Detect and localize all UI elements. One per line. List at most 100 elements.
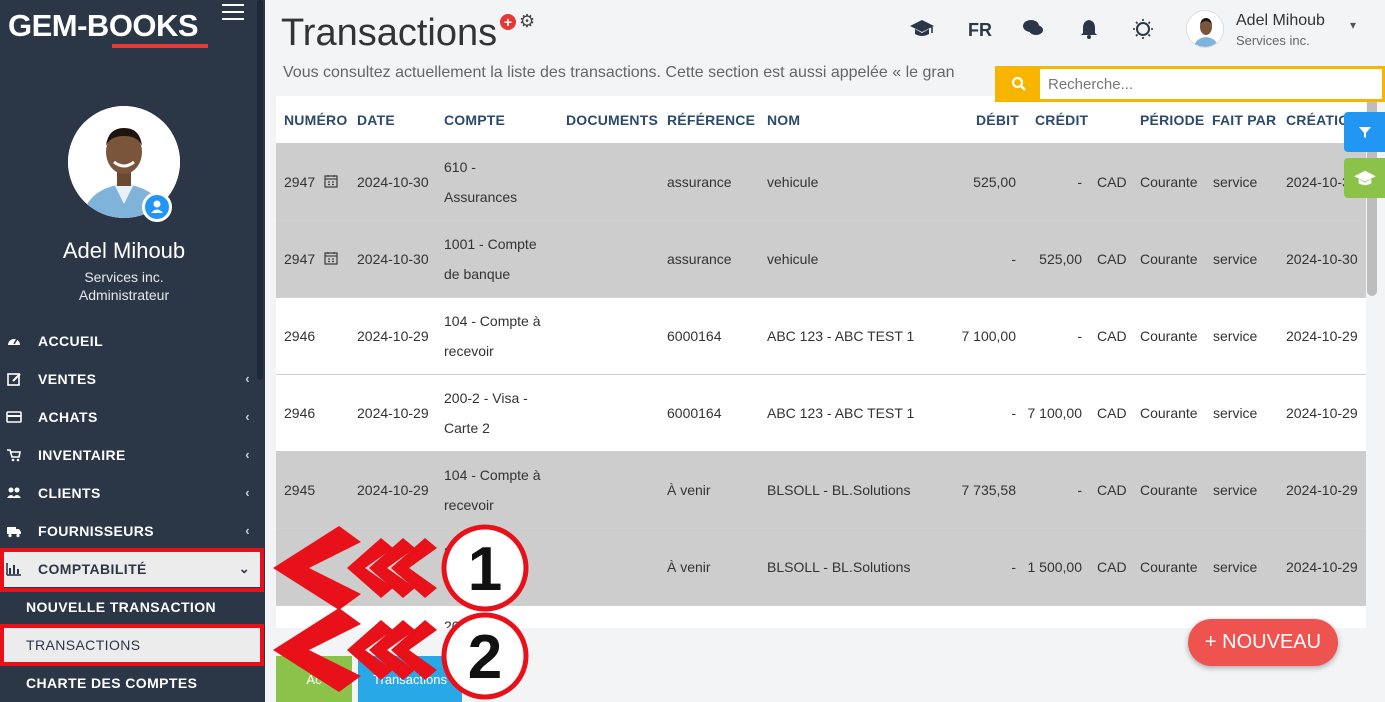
col-header-creation[interactable]: CRÉATIO (1286, 112, 1349, 128)
chevron-left-icon: ‹ (245, 371, 250, 386)
col-header-fait-par[interactable]: FAIT PAR (1212, 112, 1276, 128)
table-row[interactable]: 2947 2024-10-30 610 - Assurances assuran… (276, 143, 1366, 220)
cell-fait-par: service (1213, 328, 1258, 344)
cell-fait-par: service (1213, 251, 1258, 267)
sidebar-item-ventes[interactable]: VENTES ‹ (0, 361, 262, 397)
chevron-down-icon[interactable]: ▾ (1350, 18, 1356, 32)
sidebar-user-name: Adel Mihoub (62, 238, 186, 263)
cell-periode: Courante (1140, 251, 1198, 267)
sidebar-item-fournisseurs[interactable]: FOURNISSEURS ‹ (0, 513, 262, 549)
cell-credit: 525,00 (1039, 251, 1082, 267)
cell-compte: 104 - Compte à (444, 313, 541, 329)
table-header: NUMÉRO DATE COMPTE DOCUMENTS RÉFÉRENCE N… (276, 96, 1366, 143)
chevron-left-icon: ‹ (245, 409, 250, 424)
col-header-numero[interactable]: NUMÉRO (284, 112, 347, 128)
search-input[interactable] (1040, 69, 1370, 99)
col-header-nom[interactable]: NOM (767, 112, 800, 128)
filter-button[interactable] (1344, 112, 1385, 152)
chevron-left-icon: ‹ (245, 485, 250, 500)
bell-icon[interactable] (1080, 18, 1098, 45)
gear-icon[interactable]: ⚙ (519, 11, 535, 32)
cell-compte-line2: Carte 2 (444, 420, 490, 436)
cell-compte-line2: recevoir (444, 343, 494, 359)
dashboard-icon (6, 333, 22, 349)
col-header-reference[interactable]: RÉFÉRENCE (667, 112, 755, 128)
cell-periode: Courante (1140, 328, 1198, 344)
users-icon (6, 485, 22, 501)
cell-fait-par: service (1213, 482, 1258, 498)
calendar-icon[interactable] (324, 251, 338, 268)
col-header-periode[interactable]: PÉRIODE (1140, 112, 1204, 128)
search-icon[interactable] (998, 69, 1040, 99)
col-header-compte[interactable]: COMPTE (444, 112, 505, 128)
cell-periode: Courante (1140, 174, 1198, 190)
sidebar-item-achats[interactable]: ACHATS ‹ (0, 399, 262, 435)
cell-date: 2024-10-30 (357, 251, 429, 267)
sidebar-company: Services inc. (84, 269, 164, 285)
theme-toggle-icon[interactable] (1132, 18, 1154, 45)
cell-numero: 2946 (284, 328, 316, 344)
cart-icon (6, 447, 22, 463)
cell-periode: Courante (1140, 405, 1198, 421)
cell-devise: CAD (1097, 482, 1127, 498)
sidebar-item-label: FOURNISSEURS (38, 523, 155, 539)
user-avatar[interactable] (1186, 10, 1224, 48)
cell-compte: 104 - Compte à (444, 467, 541, 483)
cell-reference: assurance (667, 251, 732, 267)
cell-fait-par: service (1213, 559, 1258, 575)
sidebar-item-label: INVENTAIRE (38, 447, 126, 463)
cell-compte-line2: recevoir (444, 497, 494, 513)
sidebar-item-clients[interactable]: CLIENTS ‹ (0, 475, 262, 511)
cell-compte-line2: Assurances (444, 189, 518, 205)
graduation-cap-icon[interactable] (909, 18, 935, 43)
sidebar-item-inventaire[interactable]: INVENTAIRE ‹ (0, 437, 262, 473)
new-transaction-button[interactable]: + NOUVEAU (1188, 619, 1338, 666)
cell-compte-line2: de banque (444, 266, 511, 282)
page-title: Transactions (281, 12, 498, 54)
hamburger-menu-icon[interactable] (222, 4, 244, 22)
filter-icon (1358, 127, 1371, 138)
cell-debit: 525,00 (973, 174, 1016, 190)
arrow-left-icon (273, 608, 437, 692)
cell-date: 2024-10-30 (357, 174, 429, 190)
cell-nom: ABC 123 - ABC TEST 1 (767, 328, 915, 344)
add-circle-icon[interactable]: + (500, 14, 516, 30)
table-row[interactable]: 2946 2024-10-29 104 - Compte à recevoir … (276, 297, 1366, 374)
cell-periode: Courante (1140, 482, 1198, 498)
tutorial-button[interactable] (1344, 158, 1385, 198)
sidebar-item-accueil[interactable]: ACCUEIL (0, 323, 262, 359)
submenu-charte-des-comptes[interactable]: CHARTE DES COMPTES (0, 666, 262, 700)
header-user-company: Services inc. (1236, 33, 1310, 48)
app-logo[interactable]: GEM-BOOKS (8, 8, 199, 44)
submenu-nouvelle-transaction[interactable]: NOUVELLE TRANSACTION (0, 590, 262, 624)
truck-icon (6, 523, 22, 539)
table-row[interactable]: 2945 2024-10-29 104 - Compte à recevoir … (276, 451, 1366, 528)
col-header-credit[interactable]: CRÉDIT (1035, 112, 1088, 128)
table-row[interactable]: 2947 2024-10-30 1001 - Compte de banque … (276, 220, 1366, 297)
chat-icon[interactable] (1022, 18, 1044, 43)
table-row[interactable]: 2946 2024-10-29 200-2 - Visa - Carte 2 6… (276, 374, 1366, 451)
cell-debit: - (1011, 559, 1016, 575)
col-header-debit[interactable]: DÉBIT (976, 112, 1019, 128)
cell-date: 2024-10-29 (357, 328, 429, 344)
calendar-icon[interactable] (324, 174, 338, 191)
col-header-documents[interactable]: DOCUMENTS (566, 112, 658, 128)
sidebar-item-label: VENTES (38, 371, 97, 387)
cell-numero: 2946 (284, 405, 316, 421)
cell-compte: 200-2 - Visa - (444, 390, 528, 406)
language-selector[interactable]: FR (968, 20, 992, 41)
sidebar-item-label: CLIENTS (38, 485, 101, 501)
chevron-left-icon: ‹ (245, 523, 250, 538)
cell-devise: CAD (1097, 405, 1127, 421)
cell-credit: 1 500,00 (1027, 559, 1083, 575)
highlight-box-comptabilite (0, 548, 264, 592)
header-user-name[interactable]: Adel Mihoub (1236, 12, 1325, 30)
arrow-left-icon (273, 526, 437, 610)
logo-underline (112, 44, 208, 48)
highlight-box-transactions (0, 624, 264, 666)
cell-periode: Courante (1140, 559, 1198, 575)
sidebar-item-label: ACHATS (38, 409, 98, 425)
cell-credit: 7 100,00 (1027, 405, 1083, 421)
cell-creation: 2024-10-29 (1286, 482, 1358, 498)
col-header-date[interactable]: DATE (357, 112, 395, 128)
